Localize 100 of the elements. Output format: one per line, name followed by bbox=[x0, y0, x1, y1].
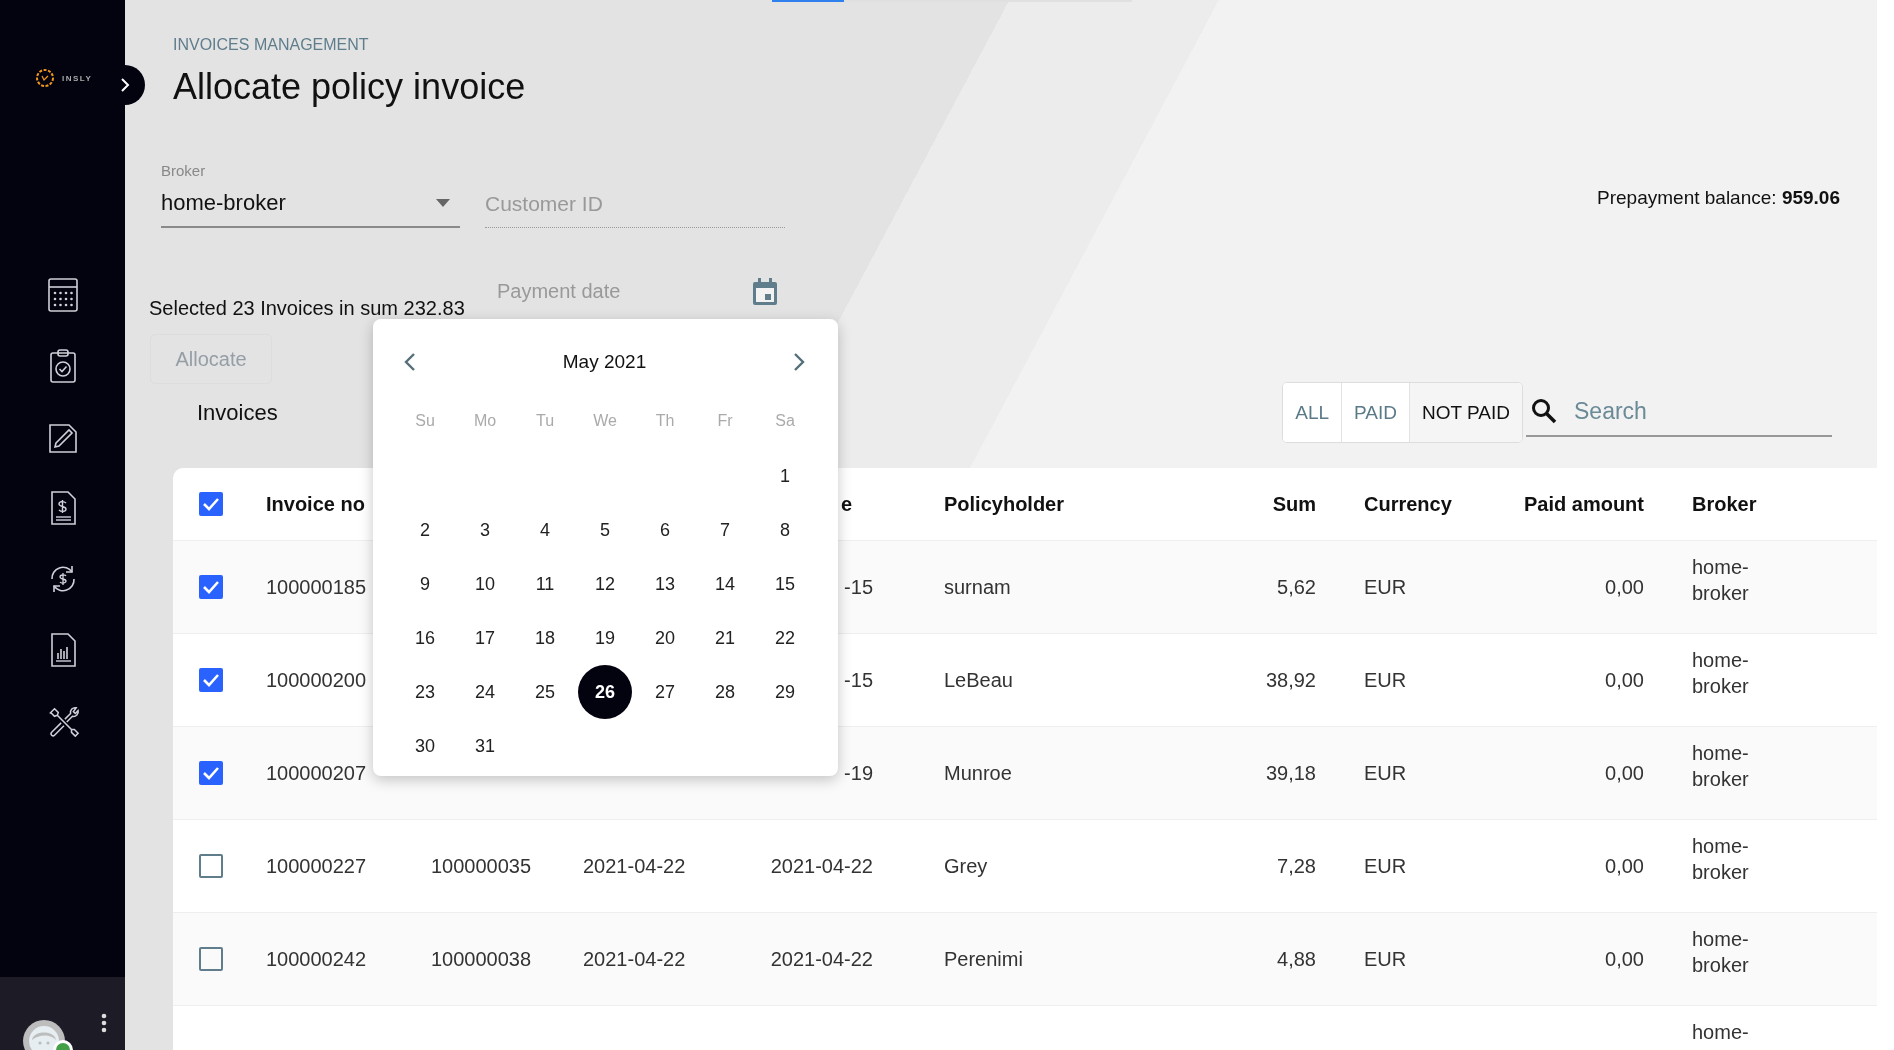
weekday-label: Tu bbox=[535, 412, 555, 430]
weekday-label: Su bbox=[415, 412, 435, 430]
calendar-day[interactable]: 18 bbox=[518, 611, 572, 665]
table-cell-text: home-broker bbox=[1692, 834, 1750, 885]
calendar-day[interactable]: 28 bbox=[698, 665, 752, 719]
row-checkbox[interactable] bbox=[199, 761, 223, 785]
calendar-day[interactable]: 9 bbox=[398, 557, 452, 611]
checkmark-icon bbox=[202, 766, 220, 780]
table-cell: 39,18 bbox=[1265, 761, 1316, 785]
calendar-day[interactable]: 25 bbox=[518, 665, 572, 719]
more-icon[interactable] bbox=[101, 1013, 107, 1033]
column-header[interactable]: Sum bbox=[1272, 492, 1316, 516]
dropdown-caret-icon bbox=[436, 199, 450, 207]
table-cell: 2021-04-22 bbox=[770, 947, 873, 971]
table-cell: 0,00 bbox=[1605, 575, 1644, 599]
table-cell: 100000242 bbox=[266, 947, 367, 971]
search-icon bbox=[1531, 397, 1557, 424]
calendar-day[interactable]: 15 bbox=[758, 557, 812, 611]
calendar-day[interactable]: 12 bbox=[578, 557, 632, 611]
broker-select[interactable]: home-broker bbox=[161, 180, 460, 228]
calendar-day[interactable]: 6 bbox=[638, 503, 692, 557]
avatar[interactable] bbox=[23, 1020, 65, 1050]
table-cell: 100000035 bbox=[431, 854, 532, 878]
calendar-day[interactable]: 20 bbox=[638, 611, 692, 665]
calendar-day[interactable]: 23 bbox=[398, 665, 452, 719]
table-cell: 100000227 bbox=[266, 854, 367, 878]
calendar-day[interactable]: 3 bbox=[458, 503, 512, 557]
calendar-day[interactable]: 26 bbox=[578, 665, 632, 719]
table-cell-text: home-broker bbox=[1692, 555, 1750, 606]
table-cell: Grey bbox=[944, 854, 988, 878]
calendar-day[interactable]: 1 bbox=[758, 449, 812, 503]
tab-indicator bbox=[772, 0, 844, 2]
table-cell: 2021-04-22 bbox=[583, 947, 686, 971]
calendar-day[interactable]: 21 bbox=[698, 611, 752, 665]
page-title: Allocate policy invoice bbox=[173, 65, 527, 109]
calendar-day[interactable]: 29 bbox=[758, 665, 812, 719]
table-cell-text: home-broker bbox=[1692, 927, 1750, 978]
table-cell-text: home-broker bbox=[1692, 741, 1750, 792]
row-checkbox[interactable] bbox=[199, 575, 223, 599]
section-title: Invoices bbox=[197, 399, 278, 426]
table-cell: 100000038 bbox=[431, 947, 532, 971]
calendar-day[interactable]: 24 bbox=[458, 665, 512, 719]
table-cell: 0,00 bbox=[1605, 854, 1644, 878]
row-checkbox[interactable] bbox=[199, 947, 223, 971]
selection-summary: Selected 23 Invoices in sum 232.83 bbox=[149, 297, 466, 320]
calendar-day[interactable]: 7 bbox=[698, 503, 752, 557]
calendar-icon[interactable] bbox=[752, 278, 778, 306]
table-cell-text: home- bbox=[1692, 1020, 1749, 1045]
column-header[interactable]: Invoice no bbox=[266, 492, 365, 516]
calendar-day[interactable]: 10 bbox=[458, 557, 512, 611]
column-header[interactable]: Policyholder bbox=[944, 492, 1065, 516]
calendar-day[interactable]: 14 bbox=[698, 557, 752, 611]
checkmark-icon bbox=[202, 497, 220, 511]
calendar-day[interactable]: 13 bbox=[638, 557, 692, 611]
table-cell: EUR bbox=[1364, 575, 1407, 599]
calendar-day[interactable]: 31 bbox=[458, 719, 512, 773]
column-header[interactable]: e bbox=[840, 492, 852, 516]
calculator-icon[interactable] bbox=[45, 277, 80, 313]
search-field[interactable]: Search bbox=[1526, 388, 1832, 437]
table-cell: 38,92 bbox=[1265, 668, 1316, 692]
prepayment-balance: Prepayment balance: 959.06 bbox=[1597, 187, 1840, 209]
field-label: Broker bbox=[161, 162, 207, 180]
calendar-day[interactable]: 17 bbox=[458, 611, 512, 665]
table-cell: 2021-04-22 bbox=[583, 854, 686, 878]
calendar-day[interactable]: 16 bbox=[398, 611, 452, 665]
table-cell: Munroe bbox=[944, 761, 1012, 785]
column-header[interactable]: Currency bbox=[1364, 492, 1452, 516]
calendar-day[interactable]: 19 bbox=[578, 611, 632, 665]
calendar-day[interactable]: 8 bbox=[758, 503, 812, 557]
calendar-day[interactable]: 30 bbox=[398, 719, 452, 773]
next-month-icon[interactable] bbox=[792, 352, 806, 372]
row-checkbox[interactable] bbox=[199, 854, 223, 878]
calendar-day[interactable]: 22 bbox=[758, 611, 812, 665]
previous-month-icon[interactable] bbox=[403, 352, 417, 372]
table-cell: 0,00 bbox=[1605, 947, 1644, 971]
column-header[interactable]: Paid amount bbox=[1524, 492, 1644, 516]
section-label: INVOICES MANAGEMENT bbox=[173, 35, 370, 55]
weekday-label: Mo bbox=[473, 412, 497, 430]
table-cell: 100000207 bbox=[266, 761, 367, 785]
table-cell: EUR bbox=[1364, 668, 1407, 692]
table-cell: LeBeau bbox=[944, 668, 1013, 692]
calendar-day[interactable]: 11 bbox=[518, 557, 572, 611]
table-cell: 0,00 bbox=[1605, 668, 1644, 692]
table-cell: EUR bbox=[1364, 854, 1407, 878]
table-cell: 100000200 bbox=[266, 668, 367, 692]
calendar-day[interactable]: 2 bbox=[398, 503, 452, 557]
select-all-checkbox[interactable] bbox=[199, 492, 223, 516]
calendar-day[interactable]: 27 bbox=[638, 665, 692, 719]
calendar-day[interactable]: 4 bbox=[518, 503, 572, 557]
calendar-day[interactable]: 5 bbox=[578, 503, 632, 557]
chevron-right-icon bbox=[119, 78, 131, 92]
customer-id-field[interactable]: Customer ID bbox=[485, 181, 785, 228]
column-header[interactable]: Broker bbox=[1692, 491, 1757, 517]
table-cell: -15 bbox=[844, 668, 873, 692]
table-cell: -15 bbox=[844, 575, 873, 599]
table-cell: -19 bbox=[844, 761, 873, 785]
row-checkbox[interactable] bbox=[199, 668, 223, 692]
filter-tab[interactable]: NOT PAID bbox=[1409, 383, 1522, 442]
table-cell: 100000185 bbox=[266, 575, 367, 599]
table-cell: EUR bbox=[1364, 947, 1407, 971]
